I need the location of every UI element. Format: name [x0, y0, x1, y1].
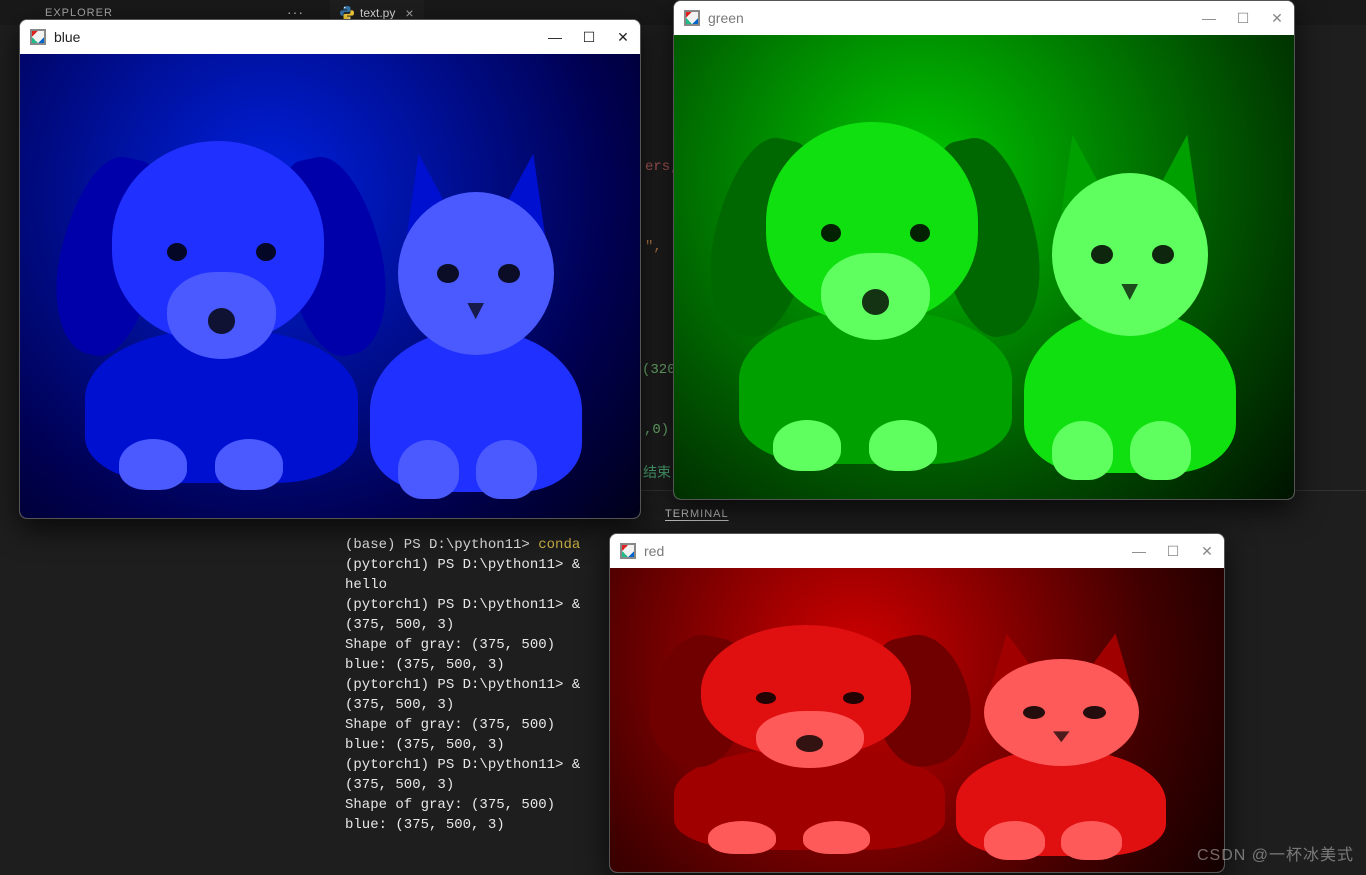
code-frag-3: (320	[642, 362, 676, 378]
explorer-overflow-icon[interactable]: ···	[287, 4, 304, 20]
image-canvas-red	[610, 568, 1224, 873]
minimize-button[interactable]: —	[548, 30, 562, 44]
opencv-icon	[30, 29, 46, 45]
window-title-green: green	[708, 10, 744, 26]
maximize-button[interactable]: ☐	[1166, 544, 1180, 558]
close-button[interactable]: ✕	[1270, 11, 1284, 25]
window-title-blue: blue	[54, 29, 80, 45]
close-button[interactable]: ✕	[616, 30, 630, 44]
minimize-button[interactable]: —	[1202, 11, 1216, 25]
titlebar-green[interactable]: green — ☐ ✕	[674, 1, 1294, 35]
window-red[interactable]: red — ☐ ✕	[609, 533, 1225, 873]
editor-tab-filename: text.py	[360, 6, 395, 20]
minimize-button[interactable]: —	[1132, 544, 1146, 558]
titlebar-red[interactable]: red — ☐ ✕	[610, 534, 1224, 568]
image-canvas-green	[674, 35, 1294, 500]
window-blue[interactable]: blue — ☐ ✕	[19, 19, 641, 519]
maximize-button[interactable]: ☐	[1236, 11, 1250, 25]
code-frag-2: ",	[645, 239, 662, 255]
image-canvas-blue	[20, 54, 640, 519]
explorer-label: EXPLORER	[45, 7, 113, 19]
code-frag-5: 结束	[643, 462, 671, 482]
titlebar-blue[interactable]: blue — ☐ ✕	[20, 20, 640, 54]
terminal-tab-label[interactable]: TERMINAL	[665, 508, 729, 520]
opencv-icon	[620, 543, 636, 559]
watermark: CSDN @一杯冰美式	[1197, 841, 1354, 865]
maximize-button[interactable]: ☐	[582, 30, 596, 44]
opencv-icon	[684, 10, 700, 26]
close-button[interactable]: ✕	[1200, 544, 1214, 558]
python-icon	[340, 6, 354, 20]
window-title-red: red	[644, 543, 664, 559]
window-green[interactable]: green — ☐ ✕	[673, 0, 1295, 500]
code-frag-4: ,0)	[644, 422, 669, 438]
